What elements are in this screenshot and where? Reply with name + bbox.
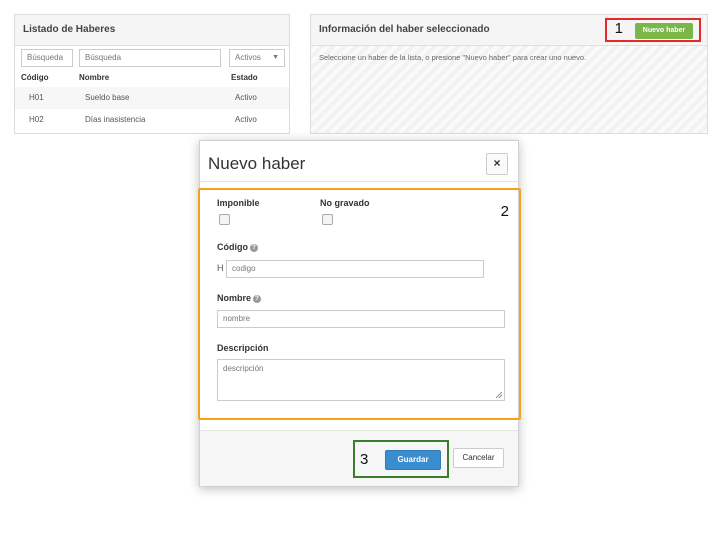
new-haber-button[interactable]: Nuevo haber <box>635 23 693 39</box>
cancel-button[interactable]: Cancelar <box>453 448 504 468</box>
save-button[interactable]: Guardar <box>385 450 441 470</box>
haber-detail-panel: Información del haber seleccionado Selec… <box>310 14 708 134</box>
name-label: Nombre? <box>217 293 262 303</box>
row-name: Días inasistencia <box>85 115 146 124</box>
code-prefix: H <box>217 263 224 273</box>
haberes-list-title: Listado de Haberes <box>15 15 289 46</box>
column-header-name: Nombre <box>79 73 110 82</box>
row-name: Sueldo base <box>85 93 130 102</box>
row-status: Activo <box>235 115 257 124</box>
status-filter-select[interactable]: Activos ▼ <box>229 49 285 67</box>
search-row: Búsqueda Búsqueda Activos ▼ <box>21 49 285 67</box>
callout-3-number: 3 <box>360 451 369 468</box>
haberes-list-panel: Listado de Haberes Búsqueda Búsqueda Act… <box>14 14 290 134</box>
not-taxed-label: No gravado <box>320 198 370 208</box>
column-header-status: Estado <box>231 73 258 82</box>
modal-title: Nuevo haber <box>208 154 306 173</box>
column-header-code: Código <box>21 73 49 82</box>
row-code: H02 <box>29 115 44 124</box>
help-circle-icon[interactable]: ? <box>250 243 258 252</box>
status-filter-value: Activos <box>235 53 261 62</box>
description-textarea[interactable]: descripción <box>217 359 505 401</box>
description-placeholder: descripción <box>223 364 264 373</box>
search-name-input[interactable]: Búsqueda <box>79 49 221 67</box>
name-input[interactable]: nombre <box>217 310 505 328</box>
row-code: H01 <box>29 93 44 102</box>
name-label-text: Nombre <box>217 293 252 303</box>
help-circle-icon[interactable]: ? <box>253 294 262 303</box>
description-label: Descripción <box>217 343 269 353</box>
callout-2-number: 2 <box>500 203 509 220</box>
code-label: Código? <box>217 242 258 252</box>
taxable-label: Imponible <box>217 198 260 208</box>
new-haber-modal: Nuevo haber × 2 Imponible No gravado Cód… <box>198 140 521 487</box>
resize-handle-icon[interactable] <box>496 392 502 398</box>
search-code-input[interactable]: Búsqueda <box>21 49 73 67</box>
close-icon[interactable]: × <box>486 153 508 175</box>
caret-down-icon: ▼ <box>272 54 279 61</box>
not-taxed-checkbox[interactable] <box>322 214 333 225</box>
code-label-text: Código <box>217 242 248 252</box>
save-highlight: 3 Guardar <box>353 440 449 478</box>
table-row[interactable]: H02 Días inasistencia Activo <box>15 109 289 131</box>
callout-1-number: 1 <box>614 20 623 37</box>
code-input[interactable]: codigo <box>226 260 484 278</box>
modal-divider <box>200 181 518 182</box>
taxable-checkbox[interactable] <box>219 214 230 225</box>
table-row[interactable]: H01 Sueldo base Activo <box>15 87 289 109</box>
haber-detail-info: Seleccione un haber de la lista, o presi… <box>319 53 587 62</box>
row-status: Activo <box>235 93 257 102</box>
